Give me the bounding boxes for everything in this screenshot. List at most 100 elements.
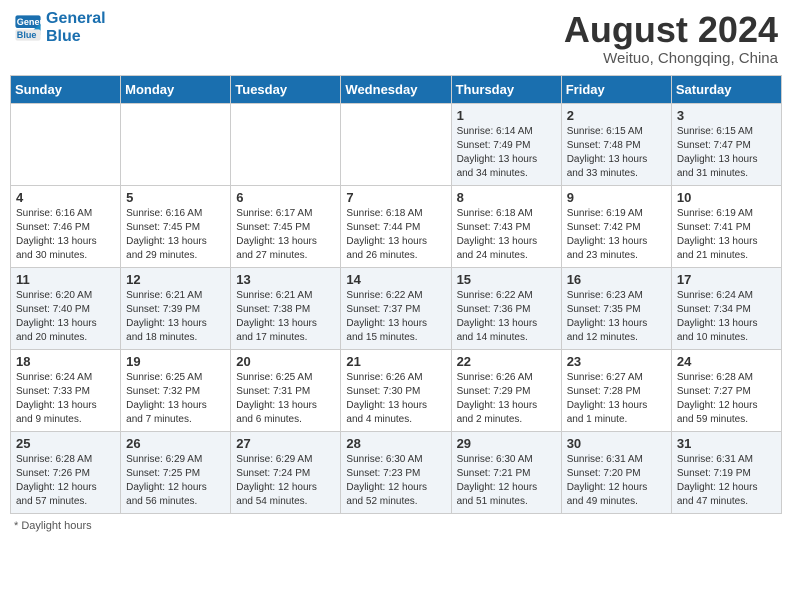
calendar-cell bbox=[121, 103, 231, 185]
day-info: Sunrise: 6:31 AM Sunset: 7:20 PM Dayligh… bbox=[567, 453, 666, 509]
logo-text-line2: Blue bbox=[46, 28, 106, 46]
day-number: 5 bbox=[126, 190, 225, 205]
day-info: Sunrise: 6:14 AM Sunset: 7:49 PM Dayligh… bbox=[457, 125, 556, 181]
calendar-cell: 10Sunrise: 6:19 AM Sunset: 7:41 PM Dayli… bbox=[671, 185, 781, 267]
calendar-cell: 16Sunrise: 6:23 AM Sunset: 7:35 PM Dayli… bbox=[561, 267, 671, 349]
day-number: 15 bbox=[457, 272, 556, 287]
calendar-cell: 28 Sunrise: 6:30 AM Sunset: 7:23 PM Dayli… bbox=[341, 431, 451, 513]
calendar-cell: 6 Sunrise: 6:17 AM Sunset: 7:45 PM Daylig… bbox=[231, 185, 341, 267]
day-info: Sunrise: 6:21 AM Sunset: 7:38 PM Dayligh… bbox=[236, 289, 335, 345]
day-number: 3 bbox=[677, 108, 776, 123]
calendar-cell: 14 Sunrise: 6:22 AM Sunset: 7:37 PM Dayli… bbox=[341, 267, 451, 349]
calendar-cell: 4Sunrise: 6:16 AM Sunset: 7:46 PM Daylig… bbox=[11, 185, 121, 267]
day-info: Sunrise: 6:18 AM Sunset: 7:43 PM Dayligh… bbox=[457, 207, 556, 263]
day-info: Sunrise: 6:20 AM Sunset: 7:40 PM Dayligh… bbox=[16, 289, 115, 345]
day-number: 28 bbox=[346, 436, 445, 451]
calendar-cell: 31 Sunrise: 6:31 AM Sunset: 7:19 PM Dayli… bbox=[671, 431, 781, 513]
day-info: Sunrise: 6:30 AM Sunset: 7:23 PM Dayligh… bbox=[346, 453, 445, 509]
calendar-header-row: SundayMondayTuesdayWednesdayThursdayFrid… bbox=[11, 75, 782, 103]
day-info: Sunrise: 6:27 AM Sunset: 7:28 PM Dayligh… bbox=[567, 371, 666, 427]
day-info: Sunrise: 6:19 AM Sunset: 7:42 PM Dayligh… bbox=[567, 207, 666, 263]
calendar-cell bbox=[11, 103, 121, 185]
day-number: 14 bbox=[346, 272, 445, 287]
day-number: 1 bbox=[457, 108, 556, 123]
day-number: 19 bbox=[126, 354, 225, 369]
calendar-cell: 8 Sunrise: 6:18 AM Sunset: 7:43 PM Daylig… bbox=[451, 185, 561, 267]
calendar-cell: 9 Sunrise: 6:19 AM Sunset: 7:42 PM Daylig… bbox=[561, 185, 671, 267]
day-info: Sunrise: 6:31 AM Sunset: 7:19 PM Dayligh… bbox=[677, 453, 776, 509]
calendar-cell: 29Sunrise: 6:30 AM Sunset: 7:21 PM Dayli… bbox=[451, 431, 561, 513]
day-number: 6 bbox=[236, 190, 335, 205]
day-number: 13 bbox=[236, 272, 335, 287]
calendar-cell: 1 Sunrise: 6:14 AM Sunset: 7:49 PM Daylig… bbox=[451, 103, 561, 185]
calendar-cell: 24 Sunrise: 6:28 AM Sunset: 7:27 PM Dayli… bbox=[671, 349, 781, 431]
day-info: Sunrise: 6:28 AM Sunset: 7:26 PM Dayligh… bbox=[16, 453, 115, 509]
day-number: 17 bbox=[677, 272, 776, 287]
calendar-cell: 17 Sunrise: 6:24 AM Sunset: 7:34 PM Dayli… bbox=[671, 267, 781, 349]
day-number: 12 bbox=[126, 272, 225, 287]
day-number: 22 bbox=[457, 354, 556, 369]
calendar-cell: 19 Sunrise: 6:25 AM Sunset: 7:32 PM Dayli… bbox=[121, 349, 231, 431]
calendar-cell: 26Sunrise: 6:29 AM Sunset: 7:25 PM Dayli… bbox=[121, 431, 231, 513]
calendar-week-row: 25Sunrise: 6:28 AM Sunset: 7:26 PM Dayli… bbox=[11, 431, 782, 513]
day-info: Sunrise: 6:24 AM Sunset: 7:33 PM Dayligh… bbox=[16, 371, 115, 427]
day-info: Sunrise: 6:24 AM Sunset: 7:34 PM Dayligh… bbox=[677, 289, 776, 345]
daylight-label: Daylight hours bbox=[21, 520, 91, 532]
svg-text:Blue: Blue bbox=[17, 29, 37, 39]
day-info: Sunrise: 6:22 AM Sunset: 7:36 PM Dayligh… bbox=[457, 289, 556, 345]
day-number: 16 bbox=[567, 272, 666, 287]
col-header-monday: Monday bbox=[121, 75, 231, 103]
calendar-table: SundayMondayTuesdayWednesdayThursdayFrid… bbox=[10, 75, 782, 514]
calendar-cell: 23 Sunrise: 6:27 AM Sunset: 7:28 PM Dayli… bbox=[561, 349, 671, 431]
calendar-week-row: 18Sunrise: 6:24 AM Sunset: 7:33 PM Dayli… bbox=[11, 349, 782, 431]
calendar-cell: 5Sunrise: 6:16 AM Sunset: 7:45 PM Daylig… bbox=[121, 185, 231, 267]
day-number: 7 bbox=[346, 190, 445, 205]
day-number: 31 bbox=[677, 436, 776, 451]
calendar-week-row: 4Sunrise: 6:16 AM Sunset: 7:46 PM Daylig… bbox=[11, 185, 782, 267]
day-info: Sunrise: 6:15 AM Sunset: 7:48 PM Dayligh… bbox=[567, 125, 666, 181]
calendar-cell: 22 Sunrise: 6:26 AM Sunset: 7:29 PM Dayli… bbox=[451, 349, 561, 431]
calendar-cell: 7Sunrise: 6:18 AM Sunset: 7:44 PM Daylig… bbox=[341, 185, 451, 267]
day-info: Sunrise: 6:28 AM Sunset: 7:27 PM Dayligh… bbox=[677, 371, 776, 427]
calendar-cell bbox=[231, 103, 341, 185]
day-number: 9 bbox=[567, 190, 666, 205]
calendar-cell: 25Sunrise: 6:28 AM Sunset: 7:26 PM Dayli… bbox=[11, 431, 121, 513]
day-number: 23 bbox=[567, 354, 666, 369]
calendar-cell: 15 Sunrise: 6:22 AM Sunset: 7:36 PM Dayli… bbox=[451, 267, 561, 349]
month-year: August 2024 bbox=[564, 10, 778, 50]
day-info: Sunrise: 6:25 AM Sunset: 7:31 PM Dayligh… bbox=[236, 371, 335, 427]
calendar-cell: 20 Sunrise: 6:25 AM Sunset: 7:31 PM Dayli… bbox=[231, 349, 341, 431]
day-info: Sunrise: 6:16 AM Sunset: 7:46 PM Dayligh… bbox=[16, 207, 115, 263]
col-header-saturday: Saturday bbox=[671, 75, 781, 103]
day-number: 24 bbox=[677, 354, 776, 369]
col-header-wednesday: Wednesday bbox=[341, 75, 451, 103]
calendar-cell bbox=[341, 103, 451, 185]
calendar-cell: 21Sunrise: 6:26 AM Sunset: 7:30 PM Dayli… bbox=[341, 349, 451, 431]
col-header-friday: Friday bbox=[561, 75, 671, 103]
col-header-sunday: Sunday bbox=[11, 75, 121, 103]
calendar-cell: 30 Sunrise: 6:31 AM Sunset: 7:20 PM Dayli… bbox=[561, 431, 671, 513]
day-info: Sunrise: 6:25 AM Sunset: 7:32 PM Dayligh… bbox=[126, 371, 225, 427]
day-info: Sunrise: 6:29 AM Sunset: 7:24 PM Dayligh… bbox=[236, 453, 335, 509]
svg-text:General: General bbox=[17, 17, 42, 27]
day-number: 8 bbox=[457, 190, 556, 205]
day-number: 27 bbox=[236, 436, 335, 451]
day-number: 11 bbox=[16, 272, 115, 287]
logo-text-line1: General bbox=[46, 10, 106, 28]
day-info: Sunrise: 6:17 AM Sunset: 7:45 PM Dayligh… bbox=[236, 207, 335, 263]
calendar-cell: 13 Sunrise: 6:21 AM Sunset: 7:38 PM Dayli… bbox=[231, 267, 341, 349]
day-info: Sunrise: 6:26 AM Sunset: 7:29 PM Dayligh… bbox=[457, 371, 556, 427]
calendar-cell: 12 Sunrise: 6:21 AM Sunset: 7:39 PM Dayli… bbox=[121, 267, 231, 349]
calendar-cell: 27 Sunrise: 6:29 AM Sunset: 7:24 PM Dayli… bbox=[231, 431, 341, 513]
day-number: 20 bbox=[236, 354, 335, 369]
day-info: Sunrise: 6:21 AM Sunset: 7:39 PM Dayligh… bbox=[126, 289, 225, 345]
logo: General Blue General Blue bbox=[14, 10, 106, 45]
day-info: Sunrise: 6:15 AM Sunset: 7:47 PM Dayligh… bbox=[677, 125, 776, 181]
day-number: 26 bbox=[126, 436, 225, 451]
calendar-cell: 11 Sunrise: 6:20 AM Sunset: 7:40 PM Dayli… bbox=[11, 267, 121, 349]
day-info: Sunrise: 6:26 AM Sunset: 7:30 PM Dayligh… bbox=[346, 371, 445, 427]
footer-note: * Daylight hours bbox=[10, 520, 782, 532]
col-header-thursday: Thursday bbox=[451, 75, 561, 103]
day-info: Sunrise: 6:22 AM Sunset: 7:37 PM Dayligh… bbox=[346, 289, 445, 345]
day-number: 30 bbox=[567, 436, 666, 451]
